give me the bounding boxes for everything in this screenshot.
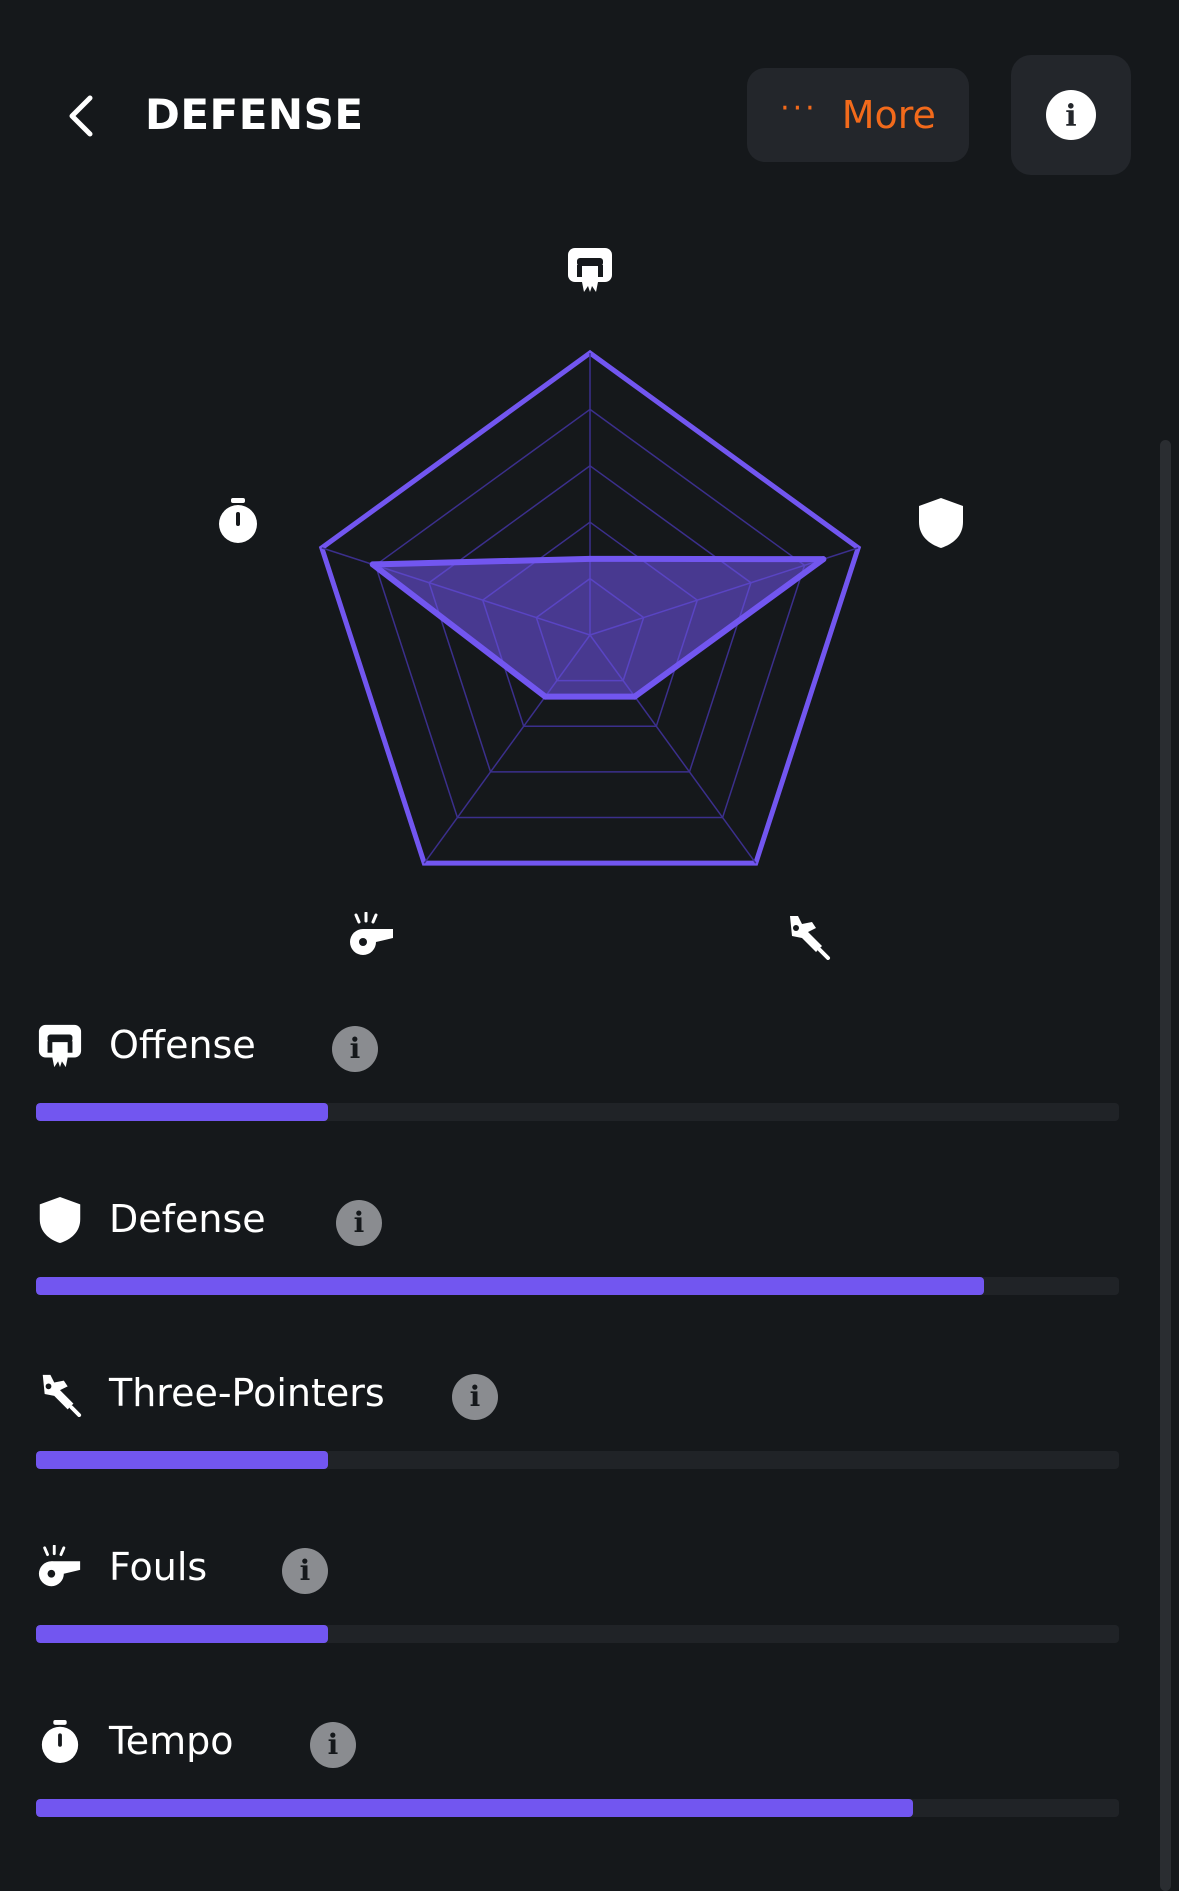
radar-point-defense xyxy=(820,556,827,563)
stat-bar-track xyxy=(36,1799,1119,1817)
stat-row-three-pointers: Three-Pointers i xyxy=(36,1370,1120,1480)
stopwatch-icon xyxy=(219,498,257,543)
stopwatch-icon xyxy=(36,1718,84,1766)
more-label: More xyxy=(841,93,936,137)
stat-row-defense: Defense i xyxy=(36,1196,1120,1306)
stat-label: Tempo xyxy=(109,1719,234,1763)
stat-bar-fill xyxy=(36,1451,329,1469)
stat-info-button[interactable]: i xyxy=(336,1200,382,1246)
radar-data-polygon xyxy=(369,555,827,700)
stat-bar-fill xyxy=(36,1103,329,1121)
app-root: DEFENSE ··· More i Offense i Defense i T… xyxy=(0,0,1179,1891)
stat-info-button[interactable]: i xyxy=(452,1374,498,1420)
info-button[interactable]: i xyxy=(1011,55,1131,175)
info-icon: i xyxy=(1046,90,1096,140)
info-icon: i xyxy=(349,1032,361,1065)
svg-text:i: i xyxy=(1065,99,1076,134)
stat-bar-fill xyxy=(36,1277,984,1295)
stat-bar-track xyxy=(36,1625,1119,1643)
stat-label: Defense xyxy=(109,1197,266,1241)
stat-row-fouls: Fouls i xyxy=(36,1544,1120,1654)
three-pointers-icon xyxy=(790,916,830,960)
radar-point-three-pointers xyxy=(631,693,638,700)
stat-info-button[interactable]: i xyxy=(332,1026,378,1072)
stat-bar-track xyxy=(36,1103,1119,1121)
stat-bar-track xyxy=(36,1451,1119,1469)
info-icon: i xyxy=(353,1206,365,1239)
radar-point-tempo xyxy=(369,561,376,568)
stat-label: Three-Pointers xyxy=(109,1371,385,1415)
info-icon: i xyxy=(327,1728,339,1761)
info-icon: i xyxy=(469,1380,481,1413)
whistle-icon xyxy=(36,1544,84,1592)
chevron-left-icon xyxy=(69,95,93,137)
radar-chart-svg xyxy=(318,349,862,866)
radar-point-fouls xyxy=(542,693,549,700)
offense-icon xyxy=(568,248,612,292)
stat-bar-track xyxy=(36,1277,1119,1295)
info-icon: i xyxy=(299,1554,311,1587)
stat-row-tempo: Tempo i xyxy=(36,1718,1120,1828)
radar-chart xyxy=(0,220,1179,980)
stat-info-button[interactable]: i xyxy=(282,1548,328,1594)
radar-point-offense xyxy=(587,555,593,562)
shield-icon xyxy=(919,498,963,548)
stat-info-button[interactable]: i xyxy=(310,1722,356,1768)
stat-bar-fill xyxy=(36,1625,329,1643)
scrollbar[interactable] xyxy=(1160,440,1171,1891)
stat-row-offense: Offense i xyxy=(36,1022,1120,1132)
stat-label: Fouls xyxy=(109,1545,208,1589)
three-pointers-icon xyxy=(36,1370,84,1418)
shield-icon xyxy=(36,1196,84,1244)
offense-icon xyxy=(36,1022,84,1070)
more-button[interactable]: ··· More xyxy=(747,68,969,162)
page-title: DEFENSE xyxy=(145,90,364,139)
whistle-icon xyxy=(350,912,393,955)
stat-label: Offense xyxy=(109,1023,256,1067)
more-dots-icon: ··· xyxy=(780,91,818,126)
back-button[interactable] xyxy=(56,88,104,144)
stat-bar-fill xyxy=(36,1799,914,1817)
